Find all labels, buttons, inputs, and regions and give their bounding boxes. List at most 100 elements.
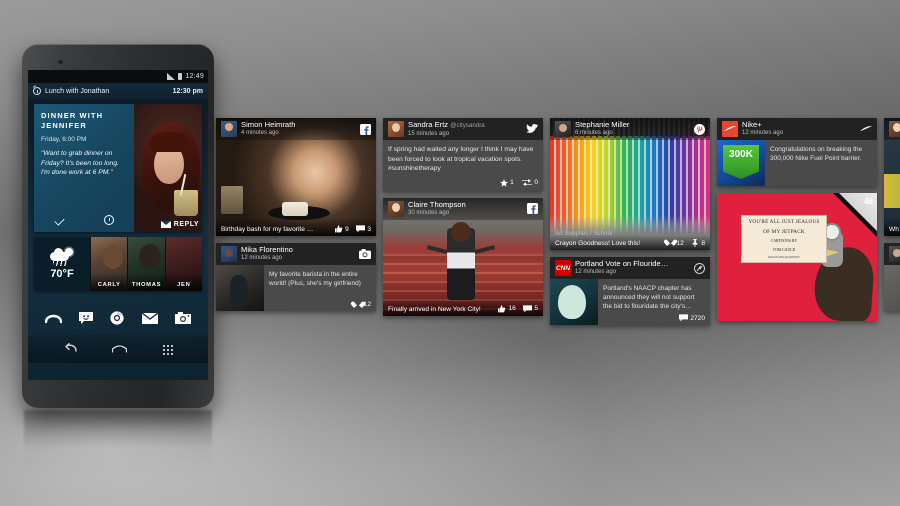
card-jetpack-poster[interactable]: YOU'RE ALL JUST JEALOUS OF MY JETPACK CA… [717,193,877,321]
contact-name: JEN [177,282,191,288]
home-icon[interactable] [111,340,128,358]
nike-icon [860,123,872,135]
avatar [221,121,237,137]
contact-name: THOMAS [131,282,162,288]
card-header: Claire Thompson 30 minutes ago [383,197,543,220]
avatar [388,121,404,137]
post-caption: Finally arrived in New York City! [388,305,481,313]
event-time: 12:30 pm [172,87,203,95]
card-portland-vote[interactable]: CNN Portland Vote on Flouride… 12 minute… [550,257,710,325]
camera-icon[interactable] [175,312,192,324]
heart-count: 12 [676,239,684,247]
card-stephanie-miller[interactable]: Stephanie Miller 6 minutes ago Art Suppl… [550,118,710,250]
contact-tile[interactable]: THOMAS [127,237,165,291]
app-drawer-icon[interactable] [161,343,173,355]
card-column: Stephanie Miller 6 minutes ago Art Suppl… [550,118,710,332]
card-header: Stephanie Miller 6 minutes ago [550,118,710,140]
front-camera-icon [58,59,63,64]
weather-widget[interactable]: 70°F [34,237,90,291]
card-mika-florentino[interactable]: Mika Florentino 12 minutes ago My favori… [216,243,376,311]
phone-screen: 12:49 Lunch with Jonathan 12:30 pm DINNE… [28,70,208,380]
post-caption: Wh… [889,226,900,233]
card-wall: Simon Heimrath 4 minutes ago Birthday ba… [216,118,900,340]
phone-reflection [24,410,212,480]
card-simon-heimrath[interactable]: Simon Heimrath 4 minutes ago Birthday ba… [216,118,376,236]
post-photo: Claire Thompson 30 minutes ago Finally a… [383,197,543,316]
post-stats: 1 0 [383,178,543,191]
article-title: Portland Vote on Flouride… [575,259,669,268]
contact-tile[interactable]: CARLY [90,237,128,291]
browser-icon[interactable] [110,311,125,325]
reply-button[interactable]: REPLY [160,221,199,228]
facebook-icon [359,123,371,135]
message-card[interactable]: DINNER WITH JENNIFER Friday, 6:00 PM "Wa… [34,104,202,232]
reply-label: REPLY [173,221,199,228]
messages-icon[interactable] [79,311,94,325]
avatar [722,121,738,137]
post-body: Portland's NAACP chapter has announced t… [550,279,710,325]
post-thumbnail [884,265,900,311]
comment-count: 5 [534,305,538,312]
author-name: Mika Florentino [241,245,293,254]
post-caption: Birthday bash for my favorite kid in… [221,226,316,233]
back-icon[interactable] [63,340,78,358]
signal-bars-icon [167,73,176,80]
card-sandra-ertz[interactable]: Sandra Ertz @citysandra 15 minutes ago I… [383,118,543,191]
card-column-partial: Wh… [884,118,900,318]
retweet-stat: 0 [521,179,538,187]
event-label: Lunch with Jonathan [45,87,110,95]
desktop-background: 12:49 Lunch with Jonathan 12:30 pm DINNE… [0,0,900,506]
post-caption: Crayon Goodness! Love this! [555,240,641,247]
post-thumbnail [550,279,598,325]
poster-credit-line-2: TOM GAULD [772,247,796,252]
poster-title-line-1: YOU'RE ALL JUST JEALOUS [748,219,820,225]
weather-temperature: 70°F [50,268,74,280]
email-icon[interactable] [141,312,158,324]
post-time: 12 minutes ago [575,269,617,275]
clock-icon[interactable] [104,215,115,225]
author-handle: @citysandra [450,121,485,129]
checkmark-icon[interactable] [54,214,65,226]
nike-swoosh-icon [724,126,736,132]
author-name: Simon Heimrath [241,120,296,129]
thumbs-up-icon [497,304,506,312]
like-stat: 16 [497,304,516,313]
poster-title-line-2: OF MY JETPACK [763,229,805,235]
repin-stat: 8 [691,239,705,247]
avatar [555,121,571,137]
facebook-icon [526,203,538,215]
card-header: Simon Heimrath 4 minutes ago [216,118,376,140]
card-column: Sandra Ertz @citysandra 15 minutes ago I… [383,118,543,323]
star-icon [499,178,508,187]
post-text: Congratulations on breaking the 300,000 … [770,146,863,162]
message-when: Friday, 6:00 PM [41,136,87,143]
instagram-icon [359,248,371,260]
envelope-icon [160,221,171,228]
post-body: 300K Congratulations on breaking the 300… [717,140,877,186]
card-partial-top[interactable]: Wh… [884,118,900,236]
card-nike-plus[interactable]: Nike+ 12 minutes ago 300K Congratulation… [717,118,877,186]
message-sender-photo: REPLY [134,104,202,232]
heart-icon [667,240,674,246]
card-claire-thompson[interactable]: Claire Thompson 30 minutes ago Finally a… [383,197,543,316]
navigation-bar [28,335,208,363]
post-time: 12 minutes ago [241,255,283,261]
book-cover: YOU'RE ALL JUST JEALOUS OF MY JETPACK CA… [717,193,877,321]
card-header: Sandra Ertz @citysandra 15 minutes ago [383,118,543,140]
phone-icon[interactable] [44,312,62,324]
post-caption-bar: Art Supplies / School Crayon Goodness! L… [550,216,710,250]
news-source-icon [693,262,705,274]
card-header: Mika Florentino 12 minutes ago [216,243,376,265]
twitter-icon [526,123,538,135]
message-body: "Want to grab dinner on Friday? It's bee… [41,150,119,176]
battery-icon [178,73,183,80]
post-text: My favorite barista in the entire world!… [269,271,361,287]
status-bar: 12:49 [28,70,208,83]
contact-tile[interactable]: JEN [164,237,202,291]
card-partial-bottom[interactable] [884,243,900,311]
author-name: Nike+ [742,120,762,129]
post-photo: Wh… [884,118,900,236]
event-bar[interactable]: Lunch with Jonathan 12:30 pm [28,83,208,99]
like-stat: 9 [334,225,349,233]
favorite-stat: 1 [499,178,514,187]
